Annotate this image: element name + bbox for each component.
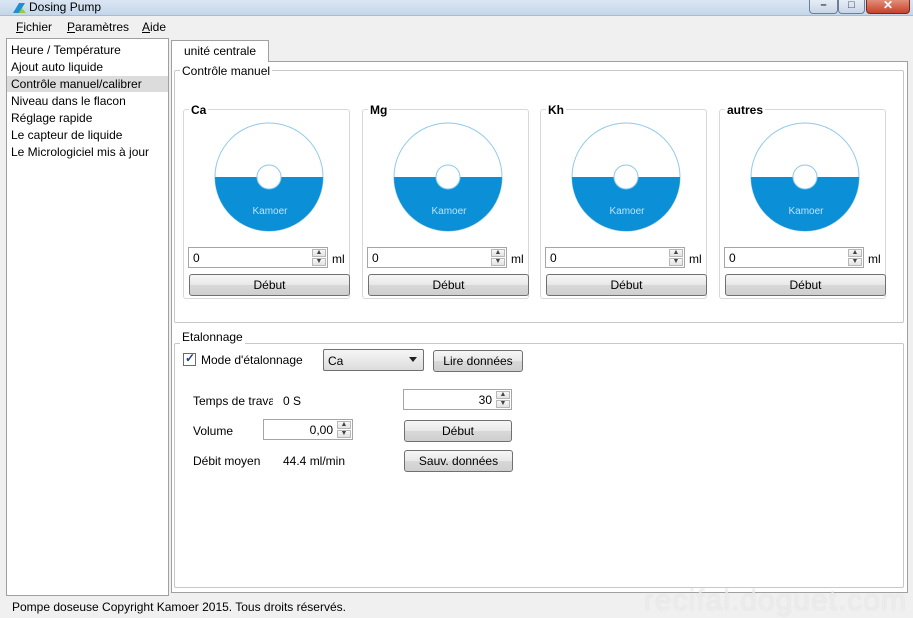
volume-input[interactable]: 0,00 ▲ ▼ (263, 419, 353, 440)
close-icon: ✕ (882, 0, 894, 12)
sidebar-nav: Heure / Température Ajout auto liquide C… (6, 38, 169, 596)
work-time-input-value: 30 (478, 393, 492, 407)
pump-start-button-autres[interactable]: Début (725, 274, 886, 296)
calibration-mode-label: Mode d'étalonnage (201, 353, 303, 367)
menu-bar: Fichier Paramètres Aide (0, 17, 913, 37)
decrement-icon[interactable]: ▼ (496, 400, 510, 408)
volume-stepper[interactable]: ▲ ▼ (491, 249, 505, 266)
calibration-start-button[interactable]: Début (404, 420, 512, 442)
pump-disc-icon: Kamoer (750, 122, 860, 232)
sidebar-item-niveau-flacon[interactable]: Niveau dans le flacon (11, 93, 126, 109)
menu-aide[interactable]: Aide (142, 20, 166, 34)
pump-start-button-ca[interactable]: Début (189, 274, 350, 296)
calibration-label: Etalonnage (180, 330, 245, 344)
close-button[interactable]: ✕ (866, 0, 910, 14)
chevron-down-icon (409, 357, 417, 362)
kamoer-logo: Kamoer (252, 206, 288, 217)
pump-start-button-kh[interactable]: Début (546, 274, 707, 296)
pump-disc-icon: Kamoer (393, 122, 503, 232)
volume-stepper[interactable]: ▲ ▼ (848, 249, 862, 266)
watermark-text: recifal.doguet.com (643, 584, 907, 617)
manual-control-label: Contrôle manuel (180, 64, 273, 78)
pump-disc-icon: Kamoer (571, 122, 681, 232)
window-title: Dosing Pump (29, 0, 102, 14)
kamoer-logo: Kamoer (609, 206, 645, 217)
pump-start-button-mg[interactable]: Début (368, 274, 529, 296)
sidebar-item-heure-temperature[interactable]: Heure / Température (11, 42, 121, 58)
menu-fichier[interactable]: Fichier (16, 20, 52, 34)
pump-volume-input-autres[interactable]: 0 ▲ ▼ (724, 247, 864, 268)
work-time-value: 0 S (283, 394, 302, 408)
pump-unit-label: ml (332, 252, 345, 266)
pump-volume-input-mg[interactable]: 0 ▲ ▼ (367, 247, 507, 268)
volume-label: Volume (193, 424, 234, 438)
read-data-button[interactable]: Lire données (433, 350, 523, 372)
kamoer-logo: Kamoer (788, 206, 824, 217)
check-icon: ✓ (185, 351, 196, 365)
minimize-button[interactable]: – (809, 0, 838, 14)
maximize-button[interactable]: □ (838, 0, 865, 14)
work-time-input[interactable]: 30 ▲ ▼ (403, 389, 512, 410)
decrement-icon[interactable]: ▼ (491, 258, 505, 266)
pump-title-mg: Mg (368, 103, 390, 117)
pump-title-ca: Ca (189, 103, 209, 117)
decrement-icon[interactable]: ▼ (669, 258, 683, 266)
kamoer-logo: Kamoer (431, 206, 467, 217)
pump-volume-value: 0 (729, 251, 736, 265)
sidebar-item-capteur-liquide[interactable]: Le capteur de liquide (11, 127, 122, 143)
work-time-label: Temps de trava (193, 394, 273, 408)
save-data-button[interactable]: Sauv. données (404, 450, 513, 472)
sidebar-item-controle-manuel[interactable]: Contrôle manuel/calibrer (7, 76, 168, 92)
pump-volume-value: 0 (372, 251, 379, 265)
pump-unit-label: ml (689, 252, 702, 266)
pump-volume-value: 0 (193, 251, 200, 265)
pump-title-autres: autres (725, 103, 766, 117)
title-bar: Dosing Pump – □ ✕ (0, 0, 913, 16)
volume-stepper[interactable]: ▲ ▼ (669, 249, 683, 266)
calibration-mode-checkbox[interactable]: ✓ (183, 351, 196, 366)
flow-rate-label: Débit moyen (193, 454, 261, 468)
pump-volume-input-kh[interactable]: 0 ▲ ▼ (545, 247, 685, 268)
sidebar-item-ajout-auto-liquide[interactable]: Ajout auto liquide (11, 59, 103, 75)
pump-unit-label: ml (868, 252, 881, 266)
volume-input-value: 0,00 (309, 423, 333, 437)
status-text: Pompe doseuse Copyright Kamoer 2015. Tou… (12, 600, 346, 614)
minimize-icon: – (820, 0, 827, 11)
flow-rate-value: 44.4 ml/min (283, 454, 346, 468)
menu-parametres[interactable]: Paramètres (67, 20, 129, 34)
pump-title-kh: Kh (546, 103, 566, 117)
sidebar-item-reglage-rapide[interactable]: Réglage rapide (11, 110, 92, 126)
volume-stepper[interactable]: ▲ ▼ (312, 249, 326, 266)
work-time-stepper[interactable]: ▲ ▼ (496, 391, 510, 408)
volume-stepper[interactable]: ▲ ▼ (337, 421, 351, 438)
tab-unite-centrale[interactable]: unité centrale (171, 40, 269, 62)
decrement-icon[interactable]: ▼ (337, 430, 351, 438)
sidebar-item-micrologiciel[interactable]: Le Micrologiciel mis à jour (11, 144, 149, 160)
pump-volume-input-ca[interactable]: 0 ▲ ▼ (188, 247, 328, 268)
maximize-icon: □ (848, 0, 855, 11)
pump-volume-value: 0 (550, 251, 557, 265)
app-icon (13, 3, 26, 13)
pump-disc-icon: Kamoer (214, 122, 324, 232)
pump-unit-label: ml (511, 252, 524, 266)
pump-select-value: Ca (328, 354, 344, 368)
decrement-icon[interactable]: ▼ (848, 258, 862, 266)
pump-select[interactable]: Ca (323, 349, 424, 371)
decrement-icon[interactable]: ▼ (312, 258, 326, 266)
